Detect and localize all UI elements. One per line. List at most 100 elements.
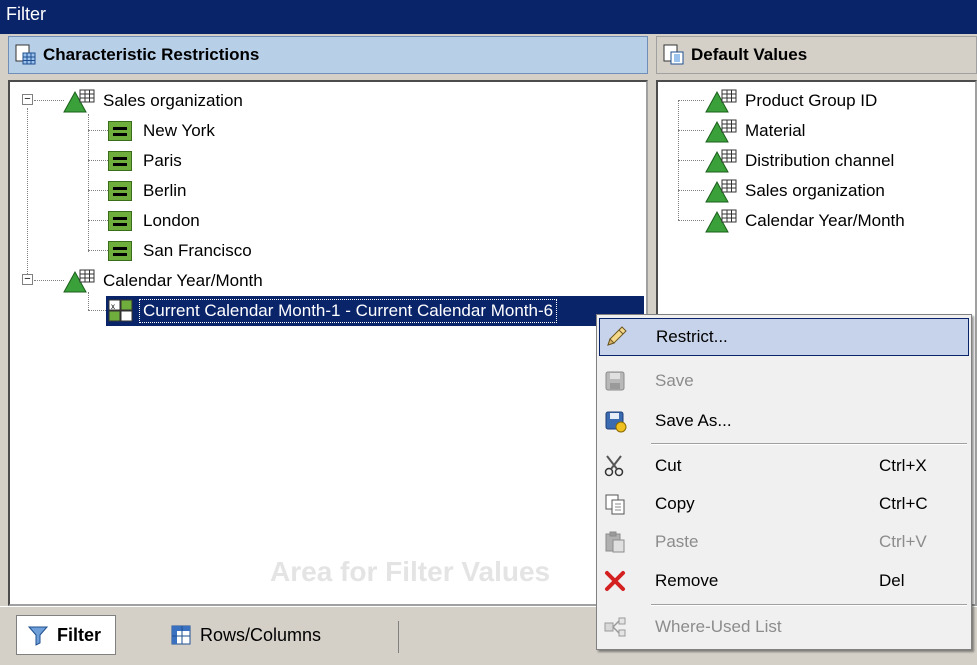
tree-node-label: Sales organization bbox=[103, 91, 243, 110]
characteristic-restrictions-pane[interactable]: − Sales organization New York Paris Berl… bbox=[8, 80, 648, 606]
menu-item-paste[interactable]: Paste Ctrl+V bbox=[599, 523, 969, 561]
copy-icon bbox=[605, 494, 625, 515]
menu-item-label: Save As... bbox=[655, 411, 732, 430]
context-menu: Restrict... Save Save As... Cut Ctrl+X C… bbox=[596, 314, 972, 650]
tree-node-san-francisco[interactable]: San Francisco bbox=[108, 236, 255, 266]
tree-connector bbox=[34, 280, 64, 281]
menu-item-label: Save bbox=[655, 371, 694, 390]
tree-node-label: London bbox=[143, 211, 200, 230]
default-value-label: Material bbox=[745, 121, 806, 140]
tree-connector bbox=[678, 100, 704, 101]
tree-node-label: San Francisco bbox=[143, 241, 252, 260]
menu-item-label: Paste bbox=[655, 532, 699, 551]
tree-connector bbox=[678, 160, 704, 161]
tree-connector bbox=[678, 220, 704, 221]
window-title: Filter bbox=[6, 4, 46, 24]
tree-node-calendar-year-month[interactable]: Calendar Year/Month bbox=[62, 266, 266, 296]
menu-separator bbox=[651, 604, 967, 606]
menu-item-save-as[interactable]: Save As... bbox=[599, 402, 969, 440]
default-value-material[interactable]: Material bbox=[704, 116, 808, 146]
menu-item-label: Restrict... bbox=[656, 327, 728, 346]
characteristic-icon bbox=[705, 179, 737, 203]
scissors-icon bbox=[604, 455, 624, 477]
default-value-label: Product Group ID bbox=[745, 91, 878, 110]
menu-item-shortcut: Ctrl+V bbox=[879, 532, 927, 551]
characteristic-icon bbox=[705, 119, 737, 143]
tree-node-berlin[interactable]: Berlin bbox=[108, 176, 189, 206]
equals-restriction-icon bbox=[108, 181, 132, 201]
menu-item-save[interactable]: Save bbox=[599, 362, 969, 400]
default-value-product-group-id[interactable]: Product Group ID bbox=[704, 86, 880, 116]
tree-node-label: Paris bbox=[143, 151, 182, 170]
tree-node-sales-organization[interactable]: Sales organization bbox=[62, 86, 246, 116]
characteristic-icon bbox=[63, 89, 95, 113]
menu-item-cut[interactable]: Cut Ctrl+X bbox=[599, 447, 969, 485]
window-title-bar: Filter bbox=[0, 0, 977, 34]
characteristic-icon bbox=[63, 269, 95, 293]
tab-rows-columns-label: Rows/Columns bbox=[200, 624, 322, 645]
where-used-icon bbox=[604, 617, 626, 637]
tree-connector bbox=[88, 190, 108, 191]
save-as-icon bbox=[605, 411, 627, 433]
tree-node-label: New York bbox=[143, 121, 215, 140]
tree-node-paris[interactable]: Paris bbox=[108, 146, 185, 176]
equals-restriction-icon bbox=[108, 121, 132, 141]
pencil-icon bbox=[607, 326, 627, 346]
tab-filter[interactable]: Filter bbox=[16, 615, 117, 655]
menu-separator bbox=[651, 443, 967, 445]
tab-filter-label: Filter bbox=[57, 624, 102, 645]
menu-item-label: Copy bbox=[655, 494, 695, 513]
collapse-calendar-year-month-toggle[interactable]: − bbox=[22, 274, 33, 285]
rows-columns-icon bbox=[171, 625, 191, 645]
tree-node-label: Berlin bbox=[143, 181, 187, 200]
restrictions-header-icon bbox=[15, 44, 36, 65]
tree-node-current-calendar-month-range[interactable]: x Current Calendar Month-1 - Current Cal… bbox=[106, 296, 644, 326]
equals-restriction-icon bbox=[108, 241, 132, 261]
tree-connector bbox=[88, 220, 108, 221]
default-value-sales-organization[interactable]: Sales organization bbox=[704, 176, 888, 206]
default-value-calendar-year-month[interactable]: Calendar Year/Month bbox=[704, 206, 908, 236]
default-value-label: Calendar Year/Month bbox=[745, 211, 905, 230]
funnel-icon bbox=[27, 626, 49, 646]
characteristic-icon bbox=[705, 89, 737, 113]
tab-separator bbox=[398, 621, 399, 653]
default-value-label: Sales organization bbox=[745, 181, 885, 200]
tree-connector bbox=[88, 250, 108, 251]
tree-connector bbox=[88, 130, 108, 131]
tree-connector bbox=[678, 190, 704, 191]
variable-range-icon: x bbox=[108, 299, 133, 322]
tab-rows-columns[interactable]: Rows/Columns bbox=[160, 615, 335, 655]
tree-connector bbox=[27, 108, 28, 282]
menu-item-label: Cut bbox=[655, 456, 682, 475]
tree-connector bbox=[88, 114, 89, 252]
characteristic-restrictions-header: Characteristic Restrictions bbox=[8, 36, 648, 74]
menu-item-restrict[interactable]: Restrict... bbox=[599, 318, 969, 356]
tree-node-label: Calendar Year/Month bbox=[103, 271, 263, 290]
tree-node-label: Current Calendar Month-1 - Current Calen… bbox=[138, 299, 558, 323]
menu-item-copy[interactable]: Copy Ctrl+C bbox=[599, 485, 969, 523]
characteristic-icon bbox=[705, 209, 737, 233]
paste-icon bbox=[605, 531, 625, 553]
default-value-distribution-channel[interactable]: Distribution channel bbox=[704, 146, 897, 176]
tree-node-london[interactable]: London bbox=[108, 206, 203, 236]
tree-connector bbox=[88, 310, 108, 311]
tree-connector bbox=[34, 100, 64, 101]
menu-item-label: Remove bbox=[655, 571, 719, 590]
collapse-sales-organization-toggle[interactable]: − bbox=[22, 94, 33, 105]
restrictions-header-title: Characteristic Restrictions bbox=[43, 45, 260, 64]
menu-item-where-used-list[interactable]: Where-Used List bbox=[599, 608, 969, 646]
menu-item-remove[interactable]: Remove Del bbox=[599, 562, 969, 600]
default-values-header: Default Values bbox=[656, 36, 977, 74]
tree-connector bbox=[678, 130, 704, 131]
tree-node-new-york[interactable]: New York bbox=[108, 116, 218, 146]
tree-connector bbox=[88, 160, 108, 161]
save-icon bbox=[605, 371, 625, 391]
remove-x-icon bbox=[605, 571, 625, 591]
characteristic-icon bbox=[705, 149, 737, 173]
default-values-header-title: Default Values bbox=[691, 45, 808, 64]
filter-area-watermark: Area for Filter Values bbox=[270, 556, 551, 587]
default-value-label: Distribution channel bbox=[745, 151, 895, 170]
menu-item-shortcut: Ctrl+X bbox=[879, 456, 927, 475]
menu-item-shortcut: Del bbox=[879, 571, 905, 590]
default-values-header-icon bbox=[663, 44, 684, 65]
